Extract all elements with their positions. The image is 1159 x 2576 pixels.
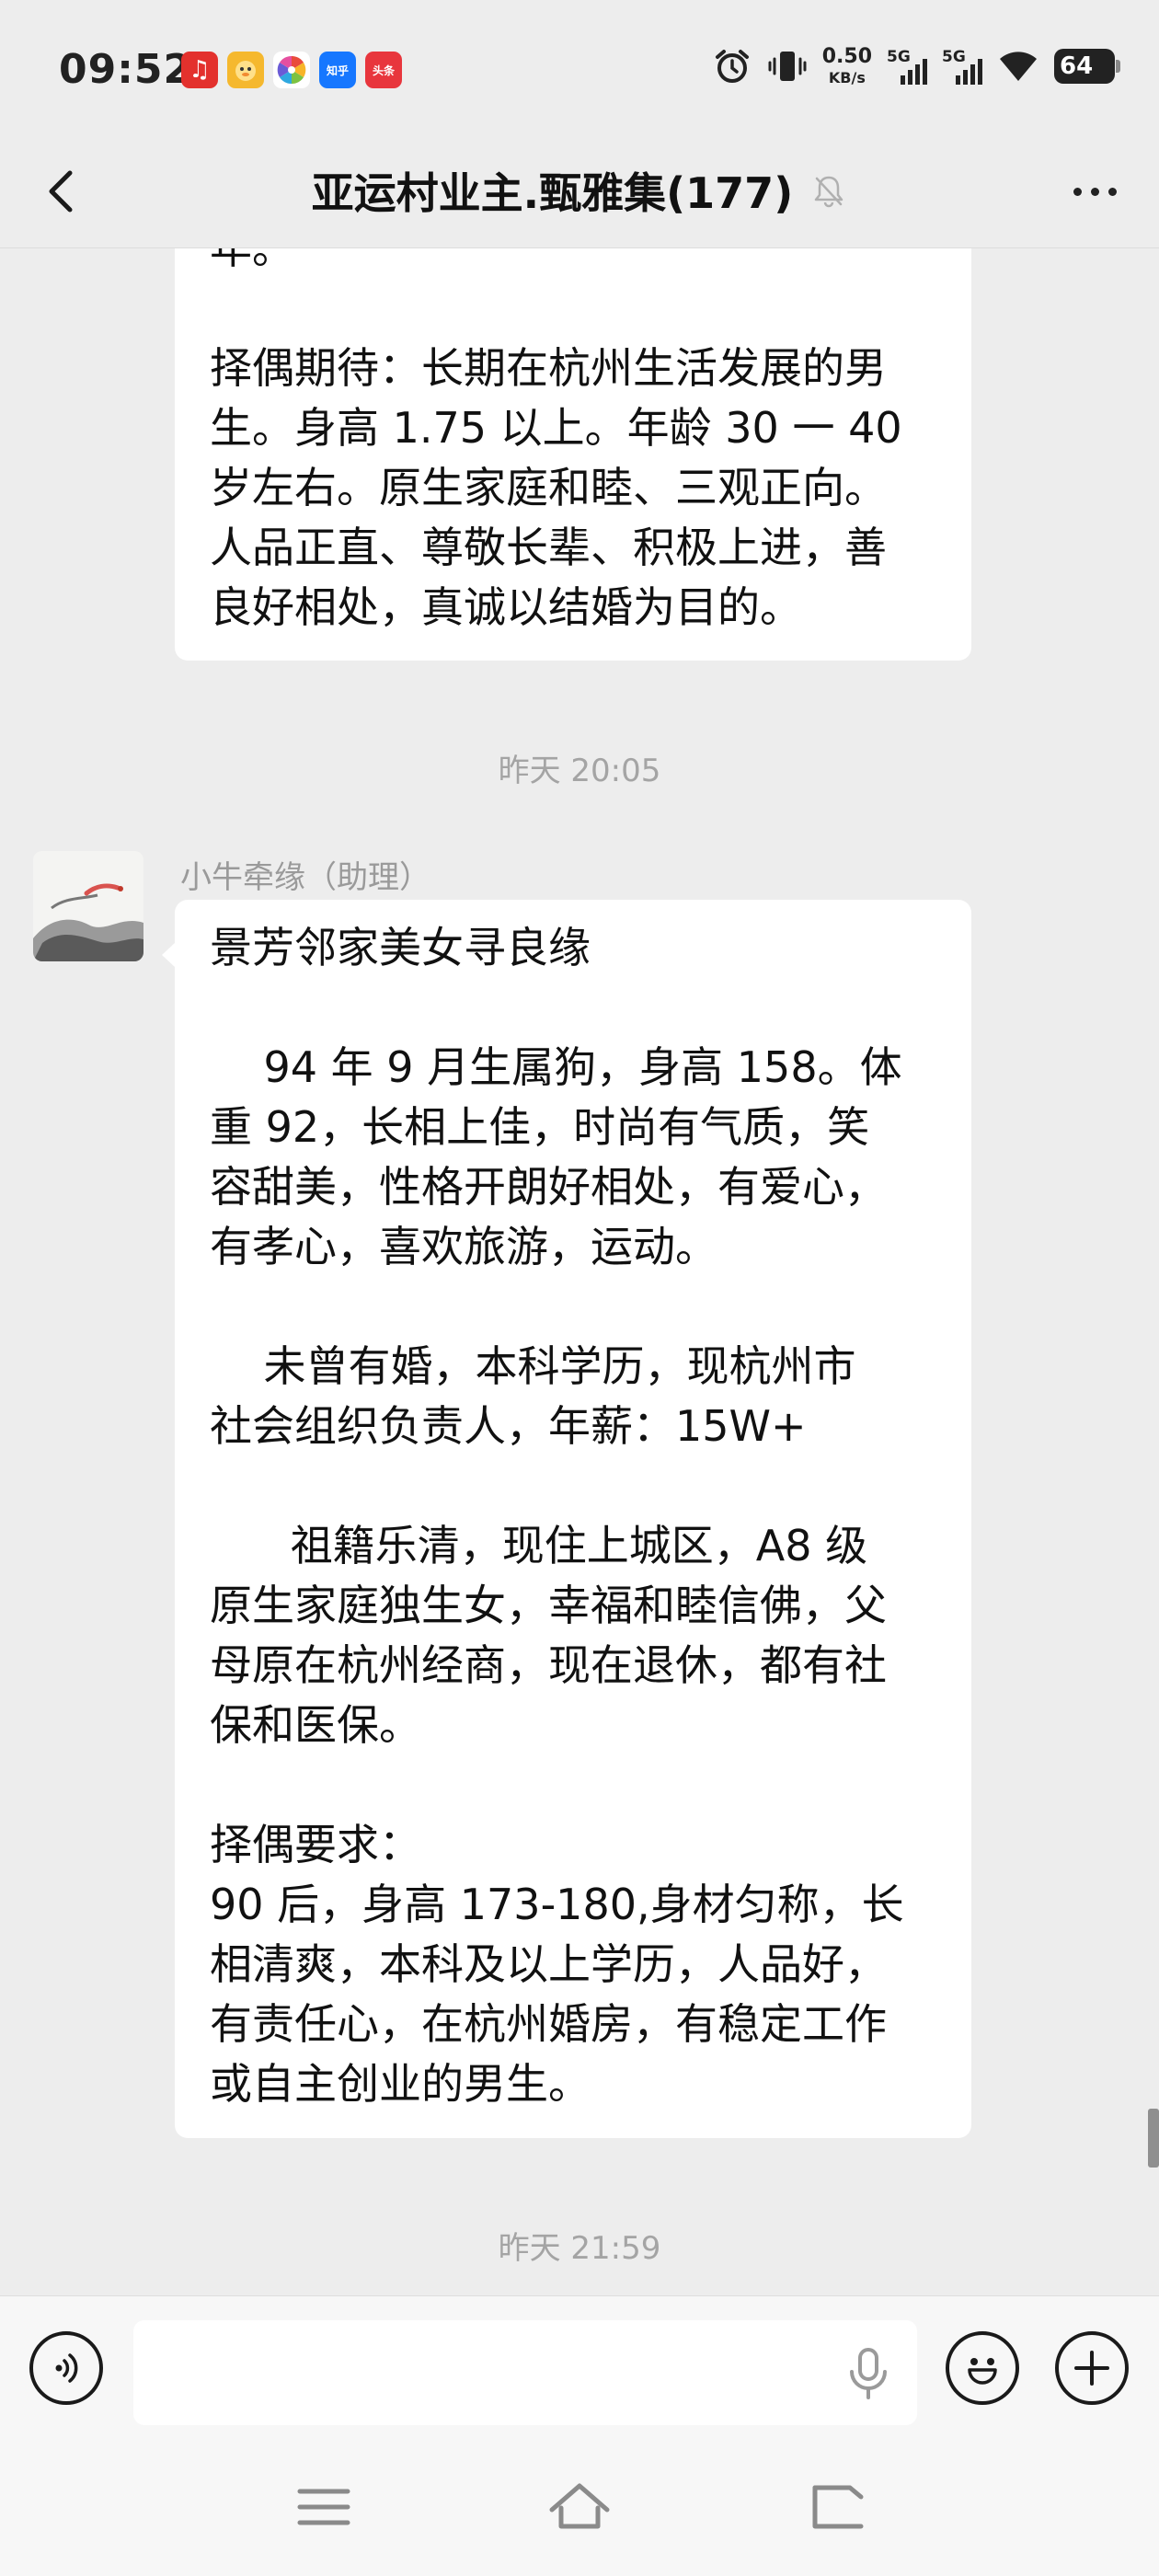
home-button[interactable] bbox=[543, 2475, 616, 2539]
plus-icon bbox=[1074, 2351, 1109, 2386]
signal-5g-2-icon: 5G bbox=[942, 46, 982, 86]
back-nav-button[interactable] bbox=[800, 2475, 874, 2539]
toutiao-icon: 头条 bbox=[365, 52, 402, 88]
message-1-line: 年。 bbox=[210, 248, 294, 273]
ink-painting-avatar-icon bbox=[33, 851, 143, 961]
more-dot-icon bbox=[1073, 187, 1082, 196]
netease-music-icon: ♫ bbox=[181, 52, 218, 88]
wifi-icon bbox=[1000, 52, 1037, 81]
message-2-line: 保和医保。 bbox=[210, 1700, 421, 1750]
duck-app-icon bbox=[227, 52, 264, 88]
network-speed-unit: KB/s bbox=[828, 69, 866, 86]
message-2-line: 90 后，身高 173-180,身材匀称，长 bbox=[210, 1880, 904, 1929]
voice-toggle-button[interactable] bbox=[29, 2331, 103, 2405]
muted-bell-icon bbox=[815, 176, 843, 208]
alarm-icon bbox=[715, 50, 749, 83]
timestamp: 昨天 20:05 bbox=[498, 753, 661, 789]
smiley-icon bbox=[968, 2358, 997, 2385]
page-title: 亚运村业主.甄雅集(177) bbox=[311, 168, 794, 218]
message-1-line: 良好相处，真诚以结婚为目的。 bbox=[210, 582, 802, 632]
more-dot-icon bbox=[1107, 187, 1117, 196]
message-2-line: 母原在杭州经商，现在退休，都有社 bbox=[210, 1640, 887, 1690]
message-2-line: 祖籍乐清，现住上城区，A8 级 bbox=[210, 1521, 868, 1570]
message-2-line: 有责任心，在杭州婚房，有稳定工作 bbox=[210, 1999, 887, 2049]
timestamp: 昨天 21:59 bbox=[498, 2230, 661, 2267]
message-bubble-2[interactable]: 景芳邻家美女寻良缘 94 年 9 月生属狗，身高 158。体 重 92，长相上佳… bbox=[162, 900, 971, 2138]
message-2-line: 未曾有婚，本科学历，现杭州市 bbox=[210, 1341, 856, 1391]
message-1-line: 择偶期待：长期在杭州生活发展的男 bbox=[210, 343, 887, 393]
signal-5g-1-icon: 5G bbox=[887, 46, 927, 86]
system-indicators: 0.50 KB/s 5G 5G 64 bbox=[712, 46, 1120, 86]
title-wrap: 亚运村业主.甄雅集(177) bbox=[0, 160, 1159, 221]
message-2-line: 有孝心，喜欢旅游，运动。 bbox=[210, 1222, 717, 1271]
message-bubble-1[interactable]: 年。 择偶期待：长期在杭州生活发展的男 生。身高 1.75 以上。年龄 30 一… bbox=[175, 248, 971, 661]
message-2-line: 重 92，长相上佳，时尚有气质，笑 bbox=[210, 1102, 870, 1152]
sender-name: 小牛牵缘（助理） bbox=[180, 859, 430, 896]
add-button[interactable] bbox=[1055, 2331, 1129, 2405]
more-dot-icon bbox=[1090, 187, 1099, 196]
menu-icon bbox=[297, 2489, 350, 2525]
notification-icons: ♫ 知乎 头条 bbox=[181, 52, 402, 88]
message-2-line: 原生家庭独生女，幸福和睦信佛，父 bbox=[210, 1581, 887, 1630]
voice-wave-icon bbox=[55, 2353, 78, 2383]
message-2-line: 容甜美，性格开朗好相处，有爱心， bbox=[210, 1162, 887, 1212]
scrollbar-thumb[interactable] bbox=[1148, 2109, 1159, 2168]
system-nav-bar bbox=[0, 2438, 1159, 2576]
battery-level: 64 bbox=[1060, 52, 1094, 80]
return-icon bbox=[812, 2485, 864, 2529]
message-1-line: 岁左右。原生家庭和睦、三观正向。 bbox=[210, 463, 887, 512]
photo-pinwheel-icon bbox=[273, 52, 310, 88]
home-icon bbox=[549, 2483, 610, 2529]
network-speed-value: 0.50 bbox=[821, 45, 872, 68]
status-bar: 09:52 ♫ 知乎 头条 0.50 KB/s 5G 5G 64 bbox=[0, 0, 1159, 138]
mic-button[interactable] bbox=[843, 2344, 894, 2403]
chat-header: 亚运村业主.甄雅集(177) bbox=[0, 138, 1159, 248]
microphone-icon bbox=[850, 2348, 887, 2399]
network-speed: 0.50 KB/s bbox=[822, 47, 872, 86]
input-bar bbox=[0, 2295, 1159, 2438]
emoji-button[interactable] bbox=[946, 2331, 1019, 2405]
message-2-line: 94 年 9 月生属狗，身高 158。体 bbox=[210, 1042, 902, 1092]
message-2-line: 景芳邻家美女寻良缘 bbox=[210, 923, 591, 972]
message-2-line: 或自主创业的男生。 bbox=[210, 2059, 591, 2109]
vibrate-icon bbox=[768, 52, 807, 81]
message-2-line: 择偶要求： bbox=[210, 1820, 421, 1869]
message-1-line: 生。身高 1.75 以上。年龄 30 一 40 bbox=[210, 403, 902, 453]
chat-messages[interactable]: 年。 择偶期待：长期在杭州生活发展的男 生。身高 1.75 以上。年龄 30 一… bbox=[0, 248, 1159, 2295]
recent-apps-button[interactable] bbox=[287, 2475, 361, 2539]
avatar[interactable] bbox=[33, 851, 143, 961]
zhihu-icon: 知乎 bbox=[319, 52, 356, 88]
message-1-line: 人品正直、尊敬长辈、积极上进，善 bbox=[210, 523, 887, 572]
more-options-button[interactable] bbox=[1058, 162, 1131, 221]
battery-icon: 64 bbox=[1054, 49, 1120, 84]
status-time: 09:52 bbox=[59, 46, 193, 93]
message-input[interactable] bbox=[133, 2320, 917, 2425]
message-2-line: 社会组织负责人，年薪：15W+ bbox=[210, 1401, 807, 1451]
message-2-line: 相清爽，本科及以上学历，人品好， bbox=[210, 1939, 887, 1989]
